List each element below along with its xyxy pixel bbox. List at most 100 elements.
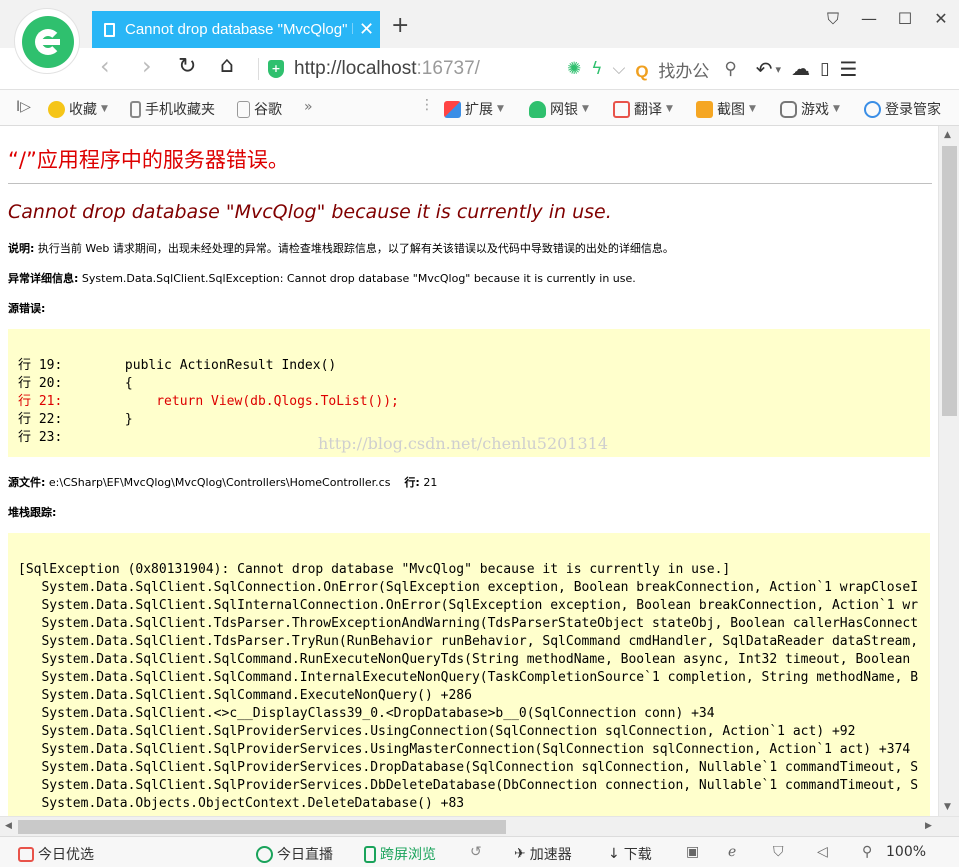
chevron-down-icon: ▼ xyxy=(101,104,108,114)
vertical-scroll-thumb[interactable] xyxy=(942,146,957,416)
exception-label: 异常详细信息: xyxy=(8,272,79,285)
maximize-button[interactable]: ☐ xyxy=(887,0,923,38)
mobile-favorites-label: 手机收藏夹 xyxy=(145,102,215,118)
live-label: 今日直播 xyxy=(277,847,333,863)
window-controls: ⛉ — ☐ ✕ xyxy=(815,0,959,38)
stack-line: System.Data.SqlClient.SqlProviderService… xyxy=(18,760,919,775)
bank-button[interactable]: 网银 ▼ xyxy=(529,99,589,119)
vertical-scrollbar[interactable]: ▲ ▼ xyxy=(938,126,959,816)
address-dropdown-icon[interactable]: ⌵ xyxy=(612,59,625,79)
google-label: 谷歌 xyxy=(254,102,282,118)
close-window-button[interactable]: ✕ xyxy=(923,0,959,38)
line-label: 行: xyxy=(404,476,420,489)
chevron-down-icon: ▼ xyxy=(833,104,840,114)
new-tab-button[interactable]: + xyxy=(391,13,409,38)
games-button[interactable]: 游戏 ▼ xyxy=(780,99,840,119)
watermark: http://blog.csdn.net/chenlu5201314 xyxy=(318,434,609,453)
code-line: 行 23: xyxy=(18,430,63,445)
login-manager-button[interactable]: 登录管家 xyxy=(864,99,941,119)
translate-button[interactable]: 翻译 ▼ xyxy=(613,99,673,119)
lightning-icon[interactable]: ϟ xyxy=(591,59,602,79)
tab-strip: Cannot drop database "MvcQlog" because i… xyxy=(0,0,959,74)
game-icon xyxy=(780,100,797,118)
scroll-up-icon[interactable]: ▲ xyxy=(944,130,951,140)
image-icon[interactable]: ▣ xyxy=(686,844,699,860)
reload-button[interactable]: ↻ xyxy=(178,54,196,79)
exception-text: System.Data.SqlClient.SqlException: Cann… xyxy=(81,272,636,285)
mobile-icon xyxy=(364,845,376,863)
back-button[interactable]: ‹ xyxy=(100,52,110,80)
cloud-icon[interactable]: ☁ xyxy=(791,58,810,80)
extension-label: 扩展 xyxy=(465,102,493,118)
favorites-button[interactable]: 收藏 ▼ xyxy=(48,99,108,119)
horizontal-scrollbar[interactable]: ◀ ▶ xyxy=(0,816,959,836)
stack-line: System.Data.SqlClient.TdsParser.TryRun(R… xyxy=(18,634,919,649)
status-bar: 今日优选 今日直播 跨屏浏览 ↺ ✈ 加速器 ↓ 下载 ▣ ℯ ⛉ ◁ ⚲ 10… xyxy=(0,836,959,867)
download-icon: ↓ xyxy=(608,846,620,862)
cross-screen-label: 跨屏浏览 xyxy=(380,847,436,863)
vertical-dots-icon[interactable]: ⋮ xyxy=(420,97,434,113)
url-field[interactable]: + http://localhost:16737/ xyxy=(258,54,564,84)
menu-icon[interactable]: ☰ xyxy=(839,57,857,81)
history-icon[interactable]: ↺ xyxy=(470,844,482,860)
address-bar: ‹ › ↻ ⌂ + http://localhost:16737/ ✺ ϟ ⌵ … xyxy=(0,48,959,90)
chevron-down-icon: ▼ xyxy=(582,104,589,114)
download-button[interactable]: ↓ 下载 xyxy=(608,844,652,864)
green-gear-icon[interactable]: ✺ xyxy=(567,59,581,79)
search-box[interactable]: Q 找办公 xyxy=(635,57,714,82)
horizontal-scroll-thumb[interactable] xyxy=(18,820,506,834)
live-button[interactable]: 今日直播 xyxy=(256,844,333,864)
tab-close-icon[interactable]: ✕ xyxy=(359,19,374,40)
skin-icon[interactable]: ⛉ xyxy=(815,0,851,38)
shield-icon[interactable]: ⛉ xyxy=(773,844,784,860)
minimize-button[interactable]: — xyxy=(851,0,887,38)
zoom-level[interactable]: 100% xyxy=(886,844,926,860)
active-tab[interactable]: Cannot drop database "MvcQlog" because i… xyxy=(92,11,380,48)
undo-icon[interactable]: ↶ xyxy=(756,57,773,81)
error-title: Cannot drop database "MvcQlog" because i… xyxy=(8,201,612,223)
gift-icon xyxy=(18,846,34,862)
sidebar-toggle-icon[interactable]: I▷ xyxy=(16,99,31,115)
browser-logo[interactable] xyxy=(14,8,80,74)
zoom-search-icon[interactable]: ⚲ xyxy=(862,844,872,860)
volume-icon[interactable]: ◁ xyxy=(817,844,828,860)
scroll-left-icon[interactable]: ◀ xyxy=(5,821,12,831)
secure-shield-icon: + xyxy=(268,60,284,78)
scissors-icon xyxy=(696,100,713,118)
forward-button[interactable]: › xyxy=(142,52,152,80)
screenshot-button[interactable]: 截图 ▼ xyxy=(696,99,756,119)
description-label: 说明: xyxy=(8,242,35,255)
stack-trace-heading: 堆栈跟踪: xyxy=(8,506,57,519)
source-file: 源文件: e:\CSharp\EF\MvcQlog\MvcQlog\Contro… xyxy=(8,474,437,490)
stack-line: System.Data.SqlClient.SqlCommand.RunExec… xyxy=(18,652,911,667)
extension-button[interactable]: 扩展 ▼ xyxy=(444,99,504,119)
chevron-down-icon: ▼ xyxy=(749,104,756,114)
exception-details: 异常详细信息: System.Data.SqlClient.SqlExcepti… xyxy=(8,270,636,286)
extension-icon xyxy=(444,100,461,118)
scroll-right-icon[interactable]: ▶ xyxy=(925,821,932,831)
ie-icon[interactable]: ℯ xyxy=(728,844,736,860)
today-picks-button[interactable]: 今日优选 xyxy=(18,844,94,864)
search-text: 找办公 xyxy=(658,61,710,81)
stack-line: System.Data.SqlClient.SqlConnection.OnEr… xyxy=(18,580,919,595)
undo-dropdown-icon[interactable]: ▾ xyxy=(776,63,782,76)
code-line: 行 19: public ActionResult Index() xyxy=(18,358,337,373)
stack-line: System.Data.Objects.ObjectContext.Delete… xyxy=(18,796,465,811)
address-tools: ✺ ϟ ⌵ Q 找办公 ⚲ ↶ ▾ ☁ ▯ ☰ xyxy=(562,52,862,86)
star-icon xyxy=(48,100,65,118)
source-error-heading: 源错误: xyxy=(8,302,46,315)
mobile-favorites-button[interactable]: 手机收藏夹 xyxy=(130,99,215,119)
scroll-down-icon[interactable]: ▼ xyxy=(944,802,951,812)
code-line-error: 行 21: return View(db.Qlogs.ToList()); xyxy=(18,394,399,409)
google-bookmark[interactable]: 谷歌 xyxy=(237,99,282,119)
search-brand-icon: Q xyxy=(635,61,649,81)
games-label: 游戏 xyxy=(801,102,829,118)
cross-screen-button[interactable]: 跨屏浏览 xyxy=(364,844,436,864)
search-icon[interactable]: ⚲ xyxy=(724,59,736,79)
phone-icon[interactable]: ▯ xyxy=(820,59,829,79)
bank-label: 网银 xyxy=(550,102,578,118)
accelerator-button[interactable]: ✈ 加速器 xyxy=(514,844,572,864)
stack-line: System.Data.SqlClient.SqlInternalConnect… xyxy=(18,598,919,613)
more-bookmarks-icon[interactable]: » xyxy=(304,99,313,115)
home-button[interactable]: ⌂ xyxy=(220,53,234,78)
